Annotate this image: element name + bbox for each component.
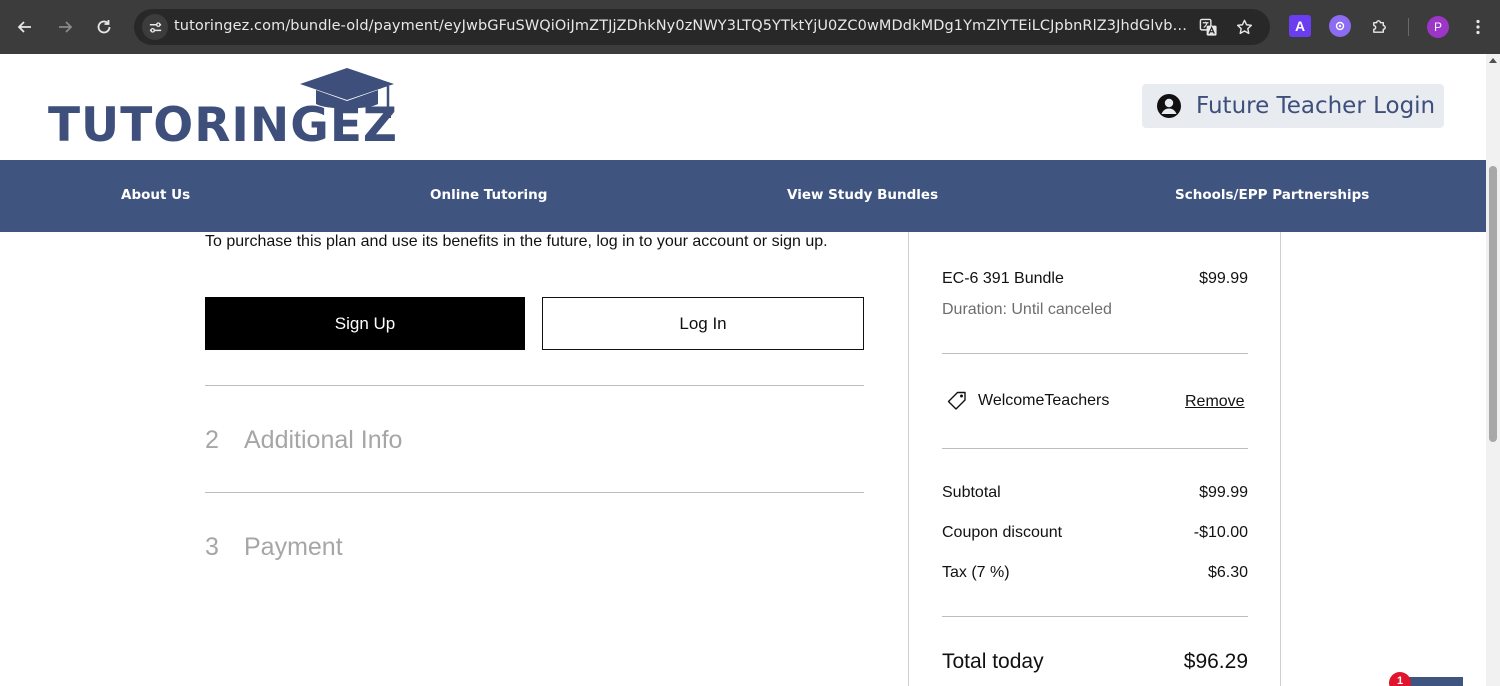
nav-item-view-study-bundles[interactable]: View Study Bundles (787, 187, 938, 203)
divider (205, 492, 864, 493)
step-label: Payment (244, 533, 343, 561)
step-number: 2 (205, 426, 219, 454)
sign-up-button[interactable]: Sign Up (205, 297, 525, 350)
browser-toolbar: tutoringez.com/bundle-old/payment/eyJwbG… (0, 0, 1500, 54)
page-scrollbar[interactable] (1486, 54, 1500, 686)
summary-item-row: EC-6 391 Bundle $99.99 (942, 270, 1248, 288)
site-info-icon[interactable] (142, 14, 168, 40)
nav-item-online-tutoring[interactable]: Online Tutoring (430, 187, 547, 203)
total-label: Total today (942, 650, 1044, 673)
step-number: 3 (205, 533, 219, 561)
subtotal-value: $99.99 (1199, 484, 1248, 501)
subtotal-label: Subtotal (942, 484, 1001, 501)
profile-avatar[interactable]: P (1427, 16, 1449, 38)
nav-item-schools-epp-partnerships[interactable]: Schools/EPP Partnerships (1175, 187, 1369, 203)
tax-row: Tax (7 %) $6.30 (942, 564, 1248, 582)
site-header: TUTORINGEZ Future Teacher Login (0, 54, 1486, 160)
subtotal-row: Subtotal $99.99 (942, 484, 1248, 502)
extension-a-icon[interactable]: A (1289, 15, 1311, 37)
coupon-discount-row: Coupon discount -$10.00 (942, 524, 1248, 542)
applied-coupon: WelcomeTeachers (946, 390, 1109, 412)
reload-icon[interactable] (91, 14, 117, 40)
discount-label: Coupon discount (942, 524, 1063, 541)
item-price: $99.99 (1199, 270, 1248, 287)
item-duration: Duration: Until canceled (942, 301, 1112, 318)
tax-value: $6.30 (1207, 564, 1248, 581)
back-icon[interactable] (12, 14, 38, 40)
step-payment[interactable]: 3 Payment (205, 533, 343, 562)
discount-value: -$10.00 (1193, 524, 1248, 541)
scroll-thumb[interactable] (1489, 166, 1497, 442)
tax-label: Tax (7 %) (942, 564, 1010, 581)
divider (942, 353, 1248, 354)
extensions-puzzle-icon[interactable] (1368, 15, 1390, 37)
future-teacher-login-button[interactable]: Future Teacher Login (1142, 84, 1444, 128)
menu-kebab-icon[interactable] (1465, 14, 1491, 40)
main-nav: About Us Online Tutoring View Study Bund… (0, 160, 1486, 232)
extension-swirl-icon[interactable] (1329, 15, 1351, 37)
toolbar-divider (1408, 18, 1409, 36)
user-circle-icon (1157, 94, 1181, 118)
total-value: $96.29 (1183, 650, 1248, 673)
translate-icon[interactable] (1197, 16, 1219, 38)
login-button-label: Future Teacher Login (1196, 93, 1436, 119)
site-logo[interactable]: TUTORINGEZ (46, 68, 406, 153)
divider (205, 385, 864, 386)
total-row: Total today $96.29 (942, 650, 1248, 674)
step-additional-info[interactable]: 2 Additional Info (205, 426, 402, 455)
coupon-code: WelcomeTeachers (978, 392, 1110, 409)
login-prompt-text: To purchase this plan and use its benefi… (205, 233, 828, 250)
item-name: EC-6 391 Bundle (942, 270, 1064, 287)
divider (942, 448, 1248, 449)
remove-coupon-link[interactable]: Remove (1185, 393, 1245, 411)
nav-item-about-us[interactable]: About Us (121, 187, 190, 203)
step-label: Additional Info (244, 426, 403, 454)
scroll-up-arrow-icon[interactable] (1489, 58, 1497, 63)
bookmark-star-icon[interactable] (1233, 16, 1255, 38)
forward-icon[interactable] (52, 14, 78, 40)
tag-icon (947, 391, 966, 410)
url-text[interactable]: tutoringez.com/bundle-old/payment/eyJwbG… (174, 18, 1192, 34)
address-bar[interactable]: tutoringez.com/bundle-old/payment/eyJwbG… (134, 9, 1270, 45)
chat-notification-badge: 1 (1389, 672, 1411, 686)
divider (942, 616, 1248, 617)
log-in-button[interactable]: Log In (542, 297, 864, 350)
logo-wordmark: TUTORINGEZ (48, 98, 399, 153)
